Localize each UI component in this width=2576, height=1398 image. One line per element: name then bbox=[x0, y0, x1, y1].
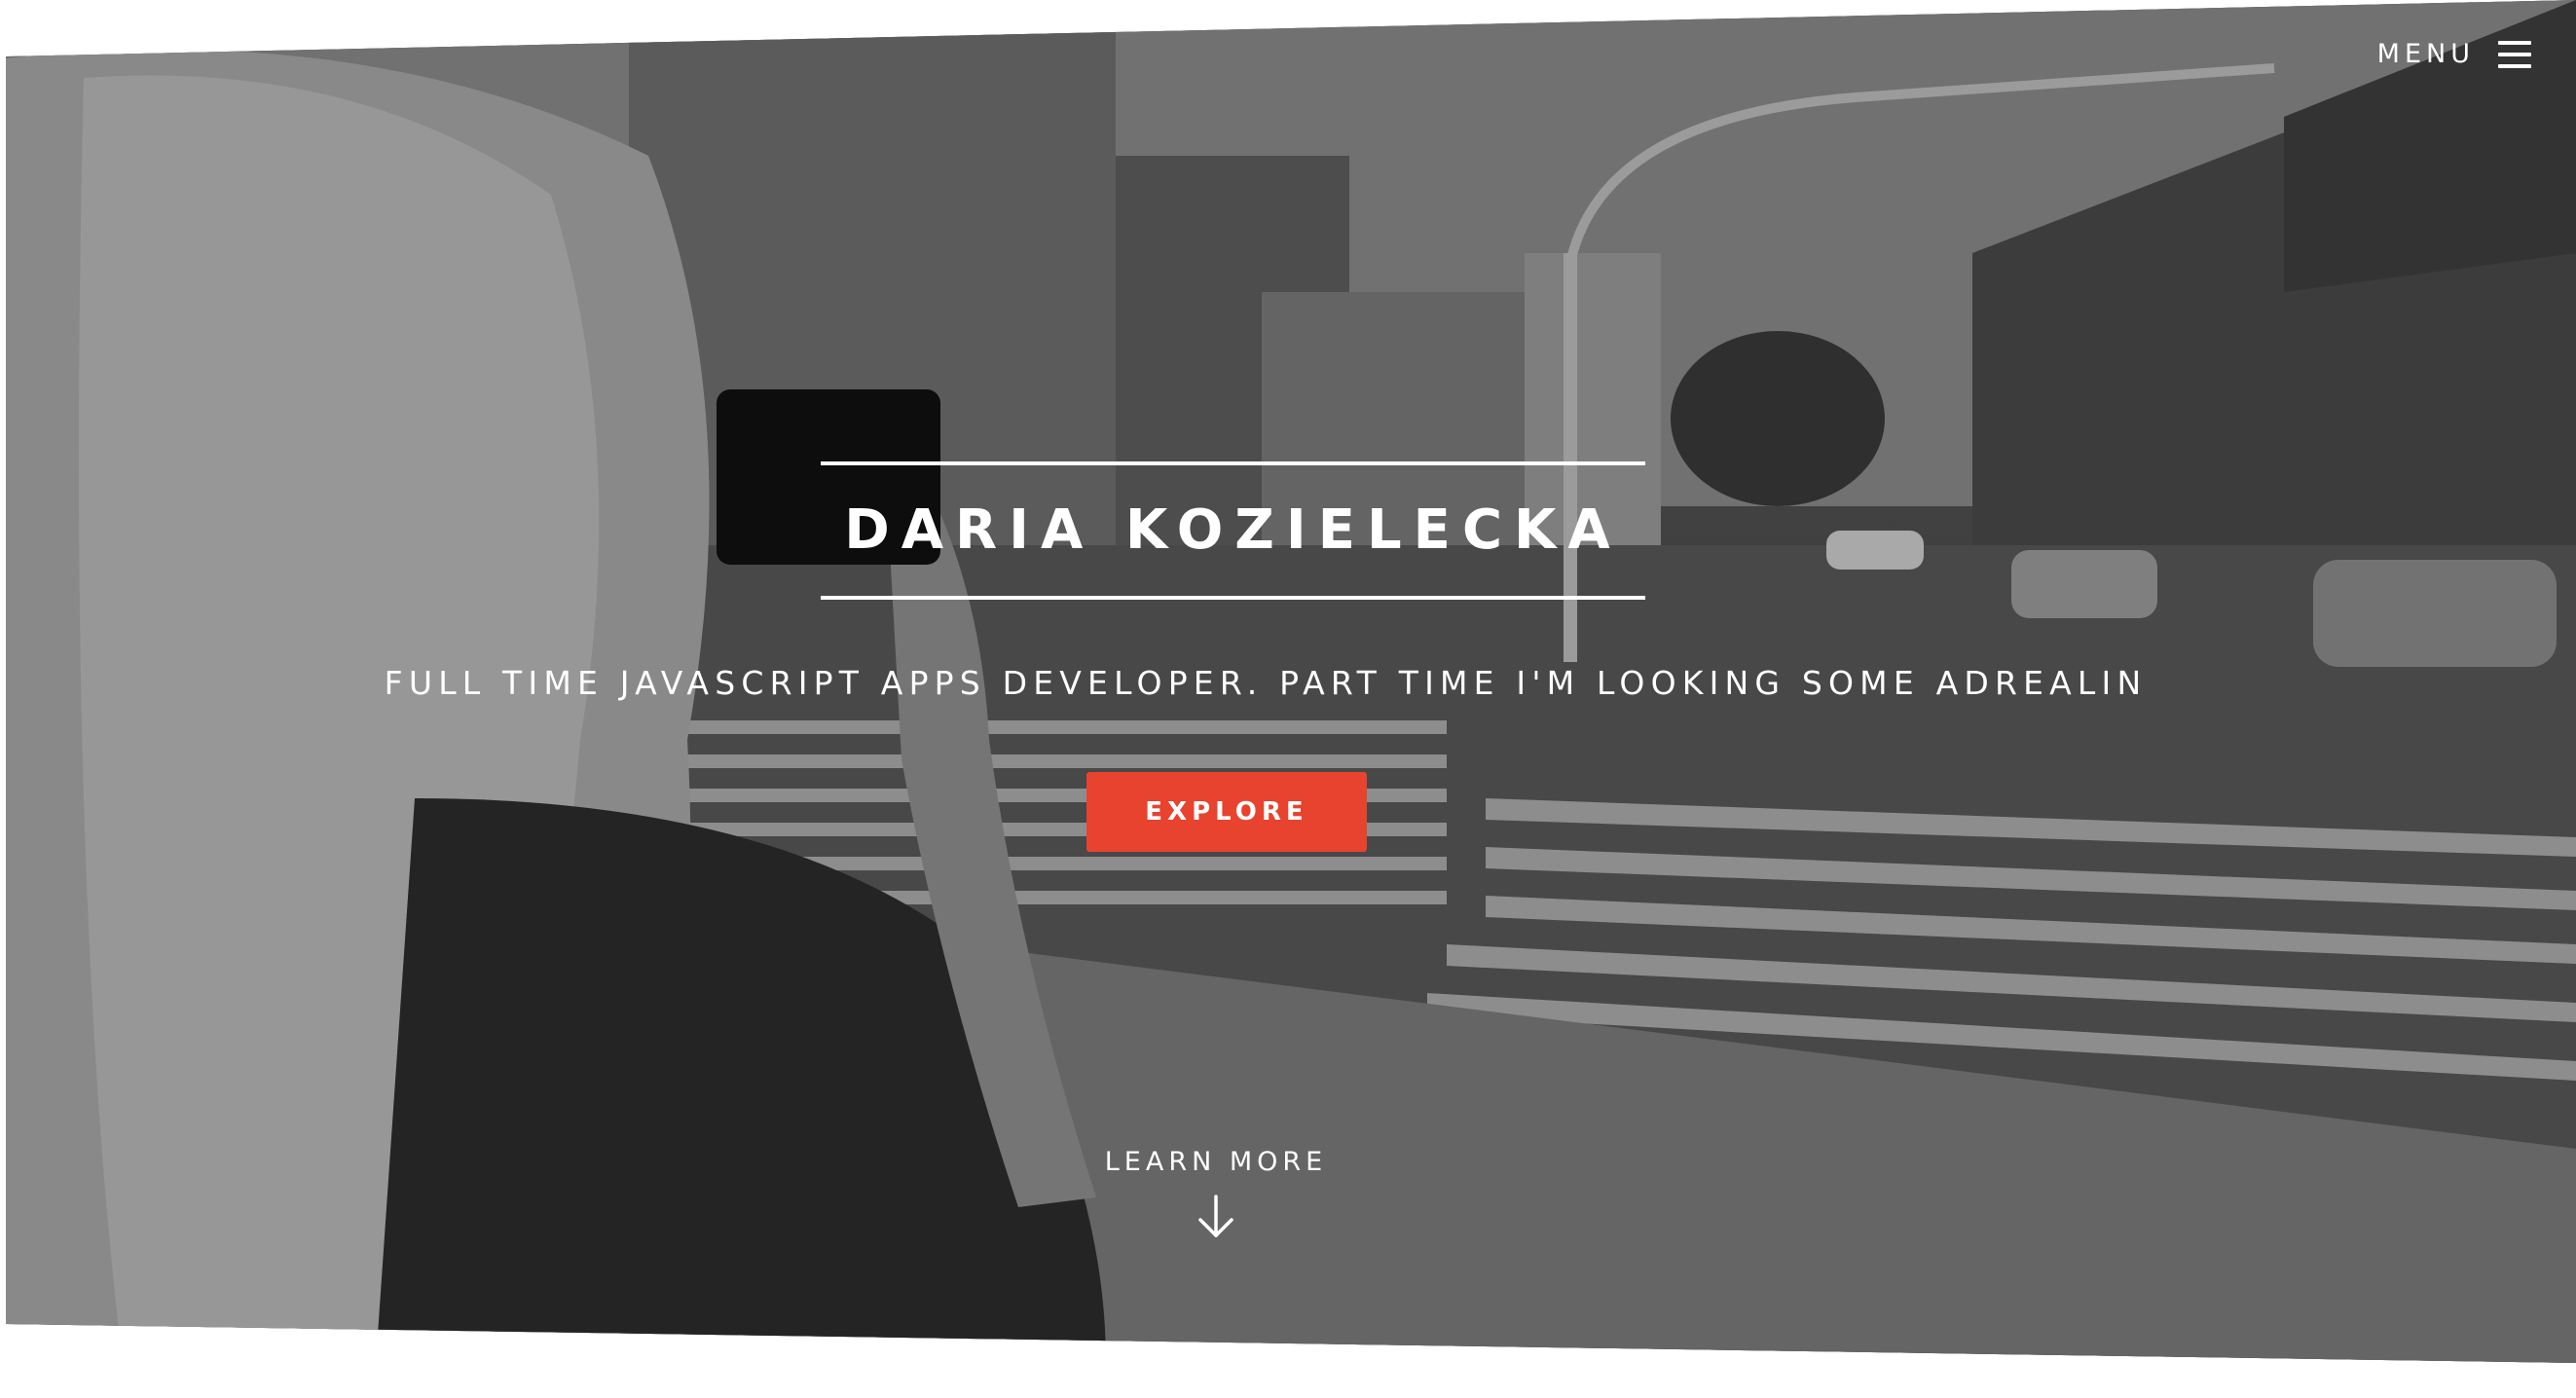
explore-button[interactable]: EXPLORE bbox=[1086, 772, 1367, 852]
page-title: DARIA KOZIELECKA bbox=[844, 498, 1622, 562]
hero-title-block: DARIA KOZIELECKA bbox=[821, 461, 1645, 600]
learn-more-link[interactable]: LEARN MORE bbox=[1065, 1147, 1367, 1239]
learn-more-label: LEARN MORE bbox=[1104, 1147, 1328, 1177]
arrow-down-icon bbox=[1198, 1195, 1233, 1237]
page: MENU DARIA KOZIELECKA FULL TIME JAVASCRI… bbox=[0, 0, 2576, 1398]
menu-toggle-button[interactable]: MENU bbox=[2377, 39, 2531, 69]
hamburger-icon bbox=[2498, 40, 2531, 68]
title-top-rule bbox=[821, 461, 1645, 465]
hero-tagline: FULL TIME JAVASCRIPT APPS DEVELOPER. PAR… bbox=[384, 664, 2148, 702]
menu-label: MENU bbox=[2376, 39, 2475, 69]
title-bottom-rule bbox=[821, 596, 1645, 600]
